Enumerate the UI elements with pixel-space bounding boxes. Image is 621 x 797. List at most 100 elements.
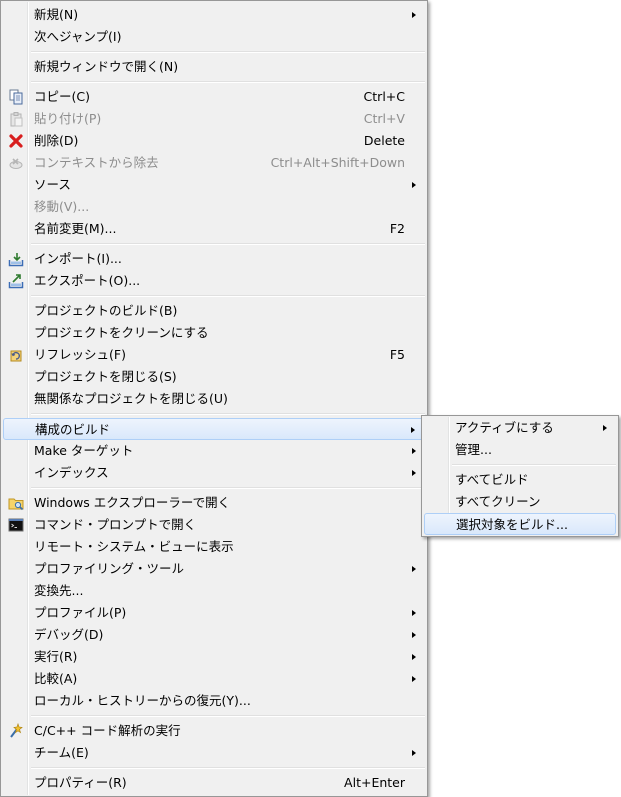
menu-item-label: プロパティー(R) [34,775,127,790]
menu-item-label: プロジェクトをクリーンにする [34,325,209,340]
menu-item-label: インデックス [34,465,109,480]
refresh-icon [10,350,22,362]
command-prompt-icon [8,518,24,532]
menu-item-label: リモート・システム・ビューに表示 [34,539,234,554]
menu-item-label: 新規(N) [34,7,79,22]
menu-item-label: 移動(V)... [34,199,90,214]
menu-separator [31,51,425,53]
menu-separator [31,243,425,245]
menu-item-remove-from-context[interactable]: コンテキストから除去 Ctrl+Alt+Shift+Down [3,152,425,174]
menu-item-label: コピー(C) [34,89,90,104]
menu-item-open-in-new-window[interactable]: 新規ウィンドウで開く(N) [3,56,425,78]
menu-item-run-code-analysis[interactable]: C/C++ コード解析の実行 [3,720,425,742]
explorer-folder-icon [8,498,24,511]
menu-item-label: リフレッシュ(F) [34,347,126,362]
menu-item-build-configurations[interactable]: 構成のビルド [3,418,425,440]
menu-item-copy[interactable]: コピー(C) Ctrl+C [3,86,425,108]
menu-item-source[interactable]: ソース [3,174,425,196]
menu-item-restore-from-local-history[interactable]: ローカル・ヒストリーからの復元(Y)... [3,690,425,712]
menu-item-label: デバッグ(D) [34,627,104,642]
menu-item-label: プロジェクトのビルド(B) [34,303,178,318]
submenu-item-set-active[interactable]: アクティブにする [424,417,616,439]
menu-item-label: 名前変更(M)... [34,221,117,236]
submenu-arrow-icon [412,448,416,454]
menu-item-convert-to[interactable]: 変換先... [3,580,425,602]
menu-item-label: C/C++ コード解析の実行 [34,723,181,738]
menu-item-compare-with[interactable]: 比較(A) [3,668,425,690]
menu-item-new[interactable]: 新規(N) [3,4,425,26]
menu-item-index[interactable]: インデックス [3,462,425,484]
menu-item-run-as[interactable]: 実行(R) [3,646,425,668]
menu-item-make-targets[interactable]: Make ターゲット [3,440,425,462]
menu-separator [31,715,425,717]
menu-item-label: すべてビルド [455,472,529,487]
menu-item-label: コンテキストから除去 [34,155,159,170]
menu-item-label: 比較(A) [34,671,78,686]
menu-separator [31,413,425,415]
menu-item-debug-as[interactable]: デバッグ(D) [3,624,425,646]
menu-item-paste[interactable]: 貼り付け(P) Ctrl+V [3,108,425,130]
submenu-item-clean-all[interactable]: すべてクリーン [424,491,616,513]
menu-item-label: プロジェクトを閉じる(S) [34,369,177,384]
submenu-arrow-icon [412,654,416,660]
menu-item-label: エクスポート(O)... [34,273,141,288]
menu-item-label: 無関係なプロジェクトを閉じる(U) [34,391,228,406]
menu-item-label: 選択対象をビルド... [456,517,568,532]
paste-icon [10,112,23,127]
menu-item-label: 削除(D) [34,133,79,148]
menu-item-open-in-explorer[interactable]: Windows エクスプローラーで開く [3,492,425,514]
menu-item-rename[interactable]: 名前変更(M)... F2 [3,218,425,240]
submenu-item-build-all[interactable]: すべてビルド [424,469,616,491]
menu-item-refresh[interactable]: リフレッシュ(F) F5 [3,344,425,366]
menu-item-export[interactable]: エクスポート(O)... [3,270,425,292]
menu-item-move[interactable]: 移動(V)... [3,196,425,218]
submenu-arrow-icon [412,632,416,638]
menu-item-label: 実行(R) [34,649,78,664]
menu-item-properties[interactable]: プロパティー(R) Alt+Enter [3,772,425,794]
menu-item-label: ソース [34,177,71,192]
shortcut-label: Ctrl+Alt+Shift+Down [270,155,405,170]
submenu-arrow-icon [412,470,416,476]
menu-item-label: 新規ウィンドウで開く(N) [34,59,179,74]
menu-item-label: 管理... [455,442,492,457]
submenu-arrow-icon [412,566,416,572]
shortcut-label: Delete [363,133,405,148]
code-analysis-icon [10,723,23,738]
menu-item-label: 変換先... [34,583,84,598]
submenu-arrow-icon [411,427,415,433]
menu-separator [31,767,425,769]
remove-from-context-icon [9,158,23,169]
menu-item-show-in-remote-systems-view[interactable]: リモート・システム・ビューに表示 [3,536,425,558]
menu-item-label: プロファイリング・ツール [34,561,185,576]
menu-item-label: チーム(E) [34,745,89,760]
delete-icon [9,134,23,148]
menu-item-import[interactable]: インポート(I)... [3,248,425,270]
menu-item-label: 次へジャンプ(I) [34,29,122,44]
menu-item-build-project[interactable]: プロジェクトのビルド(B) [3,300,425,322]
menu-item-label: すべてクリーン [455,494,541,509]
build-configurations-submenu: アクティブにする 管理... すべてビルド すべてクリーン 選択対象をビルド..… [421,415,619,537]
menu-item-close-project[interactable]: プロジェクトを閉じる(S) [3,366,425,388]
menu-item-go-into[interactable]: 次へジャンプ(I) [3,26,425,48]
submenu-arrow-icon [412,610,416,616]
menu-separator [31,487,425,489]
submenu-item-build-selected[interactable]: 選択対象をビルド... [424,513,616,535]
submenu-item-manage[interactable]: 管理... [424,439,616,461]
menu-item-open-in-command-prompt[interactable]: コマンド・プロンプトで開く [3,514,425,536]
menu-item-profiling-tools[interactable]: プロファイリング・ツール [3,558,425,580]
menu-item-label: Windows エクスプローラーで開く [34,495,231,510]
menu-item-profile-as[interactable]: プロファイル(P) [3,602,425,624]
menu-item-clean-project[interactable]: プロジェクトをクリーンにする [3,322,425,344]
menu-item-team[interactable]: チーム(E) [3,742,425,764]
menu-item-close-unrelated-projects[interactable]: 無関係なプロジェクトを閉じる(U) [3,388,425,410]
menu-separator [31,295,425,297]
shortcut-label: Alt+Enter [344,775,405,790]
menu-item-label: コマンド・プロンプトで開く [34,517,197,532]
menu-item-label: Make ターゲット [34,443,134,458]
menu-item-label: ローカル・ヒストリーからの復元(Y)... [34,693,251,708]
submenu-arrow-icon [412,182,416,188]
menu-item-delete[interactable]: 削除(D) Delete [3,130,425,152]
shortcut-label: F5 [389,347,405,362]
shortcut-label: Ctrl+V [363,111,405,126]
menu-item-label: プロファイル(P) [34,605,127,620]
